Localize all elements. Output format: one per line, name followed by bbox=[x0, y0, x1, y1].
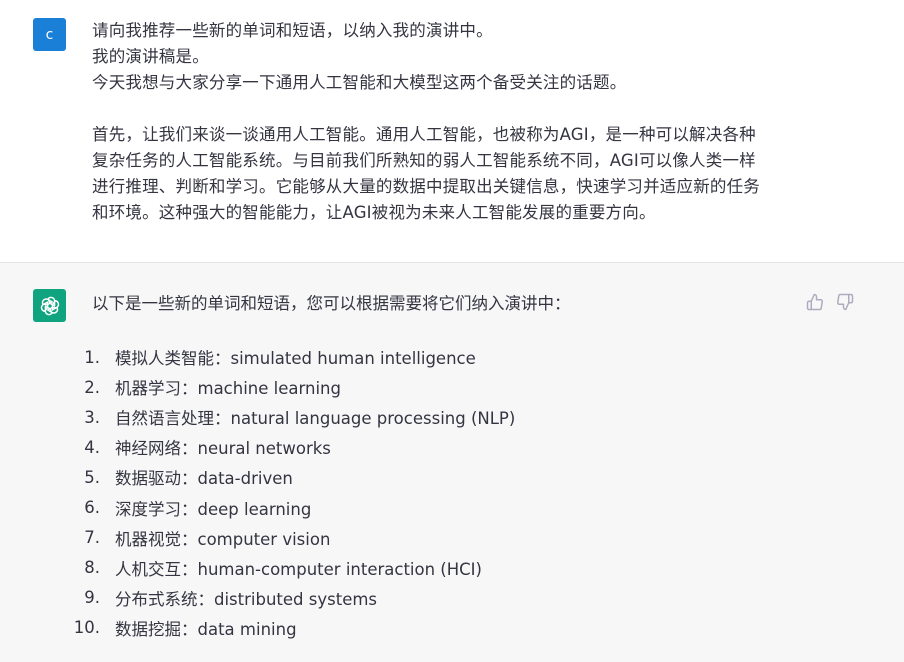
user-message: c 请向我推荐一些新的单词和短语，以纳入我的演讲中。 我的演讲稿是。 今天我想与… bbox=[0, 0, 904, 263]
list-text: 分布式系统：distributed systems bbox=[115, 589, 378, 609]
openai-logo-icon bbox=[33, 289, 66, 322]
recommendation-list: 1. 模拟人类智能：simulated human intelligence 2.… bbox=[72, 342, 516, 643]
user-avatar-letter: c bbox=[45, 26, 54, 43]
list-number: 4. bbox=[84, 437, 100, 457]
list-item: 8. 人机交互：human-computer interaction (HCI) bbox=[72, 553, 515, 583]
list-item: 1. 模拟人类智能：simulated human intelligence bbox=[72, 342, 515, 372]
list-number: 5. bbox=[84, 467, 100, 487]
list-number: 10. bbox=[73, 618, 100, 638]
list-text: 人机交互：human-computer interaction (HCI) bbox=[115, 559, 482, 579]
list-item: 10. 数据挖掘：data mining bbox=[72, 613, 515, 643]
list-number: 8. bbox=[84, 558, 100, 578]
list-text: 自然语言处理：natural language processing (NLP) bbox=[115, 409, 516, 429]
list-number: 2. bbox=[84, 377, 100, 397]
list-item: 5. 数据驱动：data-driven bbox=[72, 462, 515, 492]
list-number: 7. bbox=[84, 528, 100, 548]
list-text: 深度学习：deep learning bbox=[115, 499, 312, 519]
list-text: 模拟人类智能：simulated human intelligence bbox=[115, 349, 476, 369]
assistant-intro: 以下是一些新的单词和短语，您可以根据需要将它们纳入演讲中： bbox=[92, 294, 571, 313]
list-item: 6. 深度学习：deep learning bbox=[72, 492, 515, 522]
list-number: 6. bbox=[84, 498, 100, 518]
user-line: 进行推理、判断和学习。它能够从大量的数据中提取出关键信息，快速学习并适应新的任务 bbox=[92, 177, 760, 196]
list-item: 7. 机器视觉：computer vision bbox=[72, 523, 515, 553]
user-line: 请向我推荐一些新的单词和短语，以纳入我的演讲中。 bbox=[92, 21, 493, 40]
list-number: 9. bbox=[84, 588, 100, 608]
list-text: 机器视觉：computer vision bbox=[115, 529, 331, 549]
list-number: 3. bbox=[84, 407, 100, 427]
user-line: 复杂任务的人工智能系统。与目前我们所熟知的弱人工智能系统不同，AGI可以像人类一… bbox=[92, 151, 756, 170]
list-item: 2. 机器学习：machine learning bbox=[72, 372, 515, 402]
thumbs-down-icon[interactable] bbox=[836, 293, 854, 311]
list-item: 3. 自然语言处理：natural language processing (NL… bbox=[72, 402, 515, 432]
list-text: 神经网络：neural networks bbox=[115, 439, 331, 459]
list-item: 4. 神经网络：neural networks bbox=[72, 432, 515, 462]
user-line: 今天我想与大家分享一下通用人工智能和大模型这两个备受关注的话题。 bbox=[92, 73, 627, 92]
list-text: 数据挖掘：data mining bbox=[115, 619, 297, 639]
thumbs-up-icon[interactable] bbox=[806, 293, 824, 311]
user-message-text: 请向我推荐一些新的单词和短语，以纳入我的演讲中。 我的演讲稿是。 今天我想与大家… bbox=[92, 18, 812, 226]
user-line: 首先，让我们来谈一谈通用人工智能。通用人工智能，也被称为AGI，是一种可以解决各… bbox=[92, 125, 756, 144]
user-line: 我的演讲稿是。 bbox=[92, 47, 209, 66]
list-item: 9. 分布式系统：distributed systems bbox=[72, 583, 515, 613]
list-text: 机器学习：machine learning bbox=[115, 379, 341, 399]
list-number: 1. bbox=[84, 347, 100, 367]
list-text: 数据驱动：data-driven bbox=[115, 469, 293, 489]
user-line: 和环境。这种强大的智能能力，让AGI被视为未来人工智能发展的重要方向。 bbox=[92, 203, 656, 222]
user-avatar: c bbox=[33, 18, 66, 51]
